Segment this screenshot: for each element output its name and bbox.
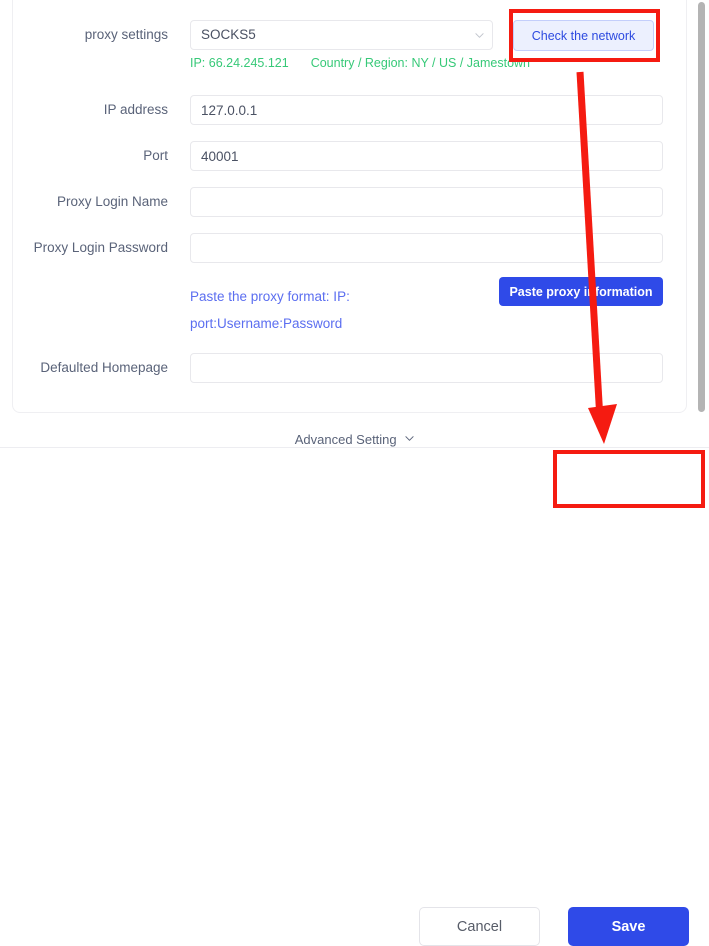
- port-input[interactable]: [190, 141, 663, 171]
- port-control: [190, 141, 663, 171]
- form-row-proxy-settings: proxy settings: [0, 20, 168, 50]
- vertical-scrollbar-thumb[interactable]: [698, 2, 705, 412]
- ip-address-input[interactable]: [190, 95, 663, 125]
- paste-hint-line-2: port:Username:Password: [190, 316, 343, 331]
- network-status-ip: IP: 66.24.245.121: [190, 56, 289, 70]
- port-label: Port: [143, 148, 168, 163]
- defaulted-homepage-label: Defaulted Homepage: [40, 360, 168, 375]
- proxy-settings-control: SOCKS5: [190, 20, 493, 50]
- vertical-scrollbar-track[interactable]: [694, 0, 709, 447]
- advanced-setting-label: Advanced Setting: [294, 432, 397, 447]
- paste-hint-line-1: Paste the proxy format: IP:: [190, 289, 350, 304]
- paste-proxy-format-hint: Paste the proxy format: IP: port:Usernam…: [190, 283, 440, 337]
- proxy-type-select-value: SOCKS5: [190, 20, 493, 50]
- dialog-footer: Cancel Save: [0, 447, 709, 946]
- proxy-login-name-control: [190, 187, 663, 217]
- settings-scroll-region[interactable]: proxy settings SOCKS5 Check the network …: [0, 0, 709, 447]
- ip-address-label: IP address: [103, 102, 168, 117]
- proxy-login-password-input[interactable]: [190, 233, 663, 263]
- proxy-login-password-control: [190, 233, 663, 263]
- proxy-login-name-input[interactable]: [190, 187, 663, 217]
- form-row-proxy-login-password: Proxy Login Password: [0, 233, 168, 263]
- form-row-ip-address: IP address: [0, 95, 168, 125]
- check-network-button[interactable]: Check the network: [513, 20, 654, 51]
- proxy-login-password-label: Proxy Login Password: [33, 240, 168, 255]
- chevron-down-icon: [405, 436, 414, 441]
- save-button[interactable]: Save: [568, 907, 689, 946]
- network-status-line: IP: 66.24.245.121 Country / Region: NY / …: [190, 56, 530, 70]
- proxy-type-select[interactable]: SOCKS5: [190, 20, 493, 50]
- form-row-proxy-login-name: Proxy Login Name: [0, 187, 168, 217]
- defaulted-homepage-control: [190, 353, 663, 383]
- cancel-button[interactable]: Cancel: [419, 907, 540, 946]
- ip-address-control: [190, 95, 663, 125]
- defaulted-homepage-input[interactable]: [190, 353, 663, 383]
- advanced-setting-toggle[interactable]: Advanced Setting: [0, 432, 709, 447]
- proxy-settings-label: proxy settings: [84, 27, 168, 42]
- paste-proxy-information-button[interactable]: Paste proxy information: [499, 277, 663, 306]
- proxy-login-name-label: Proxy Login Name: [56, 194, 168, 209]
- form-row-defaulted-homepage: Defaulted Homepage: [0, 353, 168, 383]
- network-status-region: Country / Region: NY / US / Jamestown: [310, 56, 531, 70]
- form-row-port: Port: [0, 141, 168, 171]
